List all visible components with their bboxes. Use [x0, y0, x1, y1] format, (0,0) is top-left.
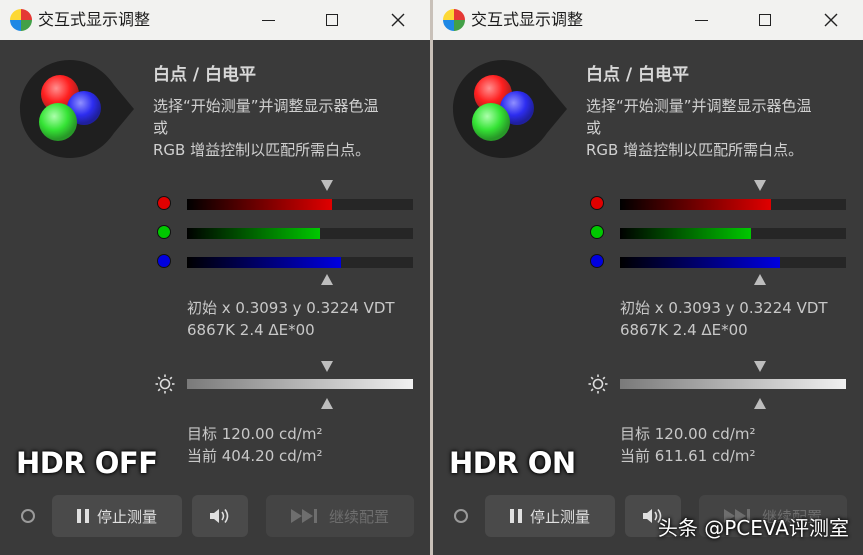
minimize-button[interactable]	[245, 0, 291, 40]
brightness-target-marker-top	[754, 361, 766, 372]
green-channel-dot	[157, 225, 171, 239]
adjust-window-hdr-on: 交互式显示调整 白点 / 白电平 选择“开始测量”并调整显示器色温 或 RGB …	[433, 0, 863, 555]
luminance-readout: 目标 120.00 cd/m² 当前 404.20 cd/m²	[187, 425, 323, 465]
close-button[interactable]	[808, 0, 854, 40]
hdr-state-label: HDR OFF	[16, 446, 158, 480]
window-title: 交互式显示调整	[471, 10, 584, 29]
section-heading: 白点 / 白电平	[586, 65, 690, 85]
close-icon	[824, 13, 838, 27]
close-button[interactable]	[375, 0, 421, 40]
maximize-button[interactable]	[742, 0, 788, 40]
instruction-text: 选择“开始测量”并调整显示器色温 或 RGB 增益控制以匹配所需白点。	[586, 97, 812, 159]
rgb-mix-icon	[20, 60, 134, 158]
blue-level-bar	[620, 257, 846, 268]
rgb-target-marker-top	[321, 180, 333, 191]
measurement-readout: 初始 x 0.3093 y 0.3224 VDT 6867K 2.4 ΔE*00	[187, 299, 395, 339]
blue-level-bar	[187, 257, 413, 268]
green-channel-dot	[590, 225, 604, 239]
titlebar: 交互式显示调整	[433, 0, 863, 40]
red-channel-dot	[590, 196, 604, 210]
rgb-target-marker-bottom	[321, 274, 333, 285]
skip-icon	[290, 509, 317, 523]
maximize-button[interactable]	[309, 0, 355, 40]
adjust-window-hdr-off: 交互式显示调整 白点 / 白电平 选择“开始测量”并调整显示器色温 或 RGB …	[0, 0, 430, 555]
app-logo-icon	[443, 9, 465, 31]
app-logo-icon	[10, 9, 32, 31]
sound-toggle-button[interactable]	[192, 495, 248, 537]
stop-measurement-button[interactable]: 停止测量	[485, 495, 615, 537]
close-icon	[391, 13, 405, 27]
stop-measurement-button[interactable]: 停止测量	[52, 495, 182, 537]
maximize-icon	[759, 14, 771, 26]
titlebar: 交互式显示调整	[0, 0, 430, 40]
red-level-bar	[620, 199, 846, 210]
red-channel-dot	[157, 196, 171, 210]
brightness-bar	[620, 379, 846, 389]
speaker-icon	[210, 509, 229, 523]
instruction-text: 选择“开始测量”并调整显示器色温 或 RGB 增益控制以匹配所需白点。	[153, 97, 379, 159]
continue-config-button[interactable]: 继续配置	[266, 495, 414, 537]
brightness-bar	[187, 379, 413, 389]
minimize-button[interactable]	[678, 0, 724, 40]
section-heading: 白点 / 白电平	[153, 65, 257, 85]
green-level-bar	[620, 228, 846, 239]
brightness-icon	[155, 374, 175, 394]
luminance-readout: 目标 120.00 cd/m² 当前 611.61 cd/m²	[620, 425, 756, 465]
pause-icon	[76, 509, 89, 523]
brightness-target-marker-top	[321, 361, 333, 372]
hdr-state-label: HDR ON	[449, 446, 576, 480]
green-level-bar	[187, 228, 413, 239]
rgb-target-marker-bottom	[754, 274, 766, 285]
status-indicator[interactable]	[21, 509, 35, 523]
window-title: 交互式显示调整	[38, 10, 151, 29]
red-level-bar	[187, 199, 413, 210]
blue-channel-dot	[157, 254, 171, 268]
rgb-target-marker-top	[754, 180, 766, 191]
minimize-icon	[694, 19, 708, 21]
maximize-icon	[326, 14, 338, 26]
rgb-mix-icon	[453, 60, 567, 158]
pause-icon	[509, 509, 522, 523]
status-indicator[interactable]	[454, 509, 468, 523]
blue-channel-dot	[590, 254, 604, 268]
minimize-icon	[261, 19, 275, 21]
measurement-readout: 初始 x 0.3093 y 0.3224 VDT 6867K 2.4 ΔE*00	[620, 299, 828, 339]
brightness-target-marker-bottom	[321, 398, 333, 409]
brightness-icon	[588, 374, 608, 394]
brightness-target-marker-bottom	[754, 398, 766, 409]
watermark: 头条 @PCEVA评测室	[657, 516, 849, 540]
